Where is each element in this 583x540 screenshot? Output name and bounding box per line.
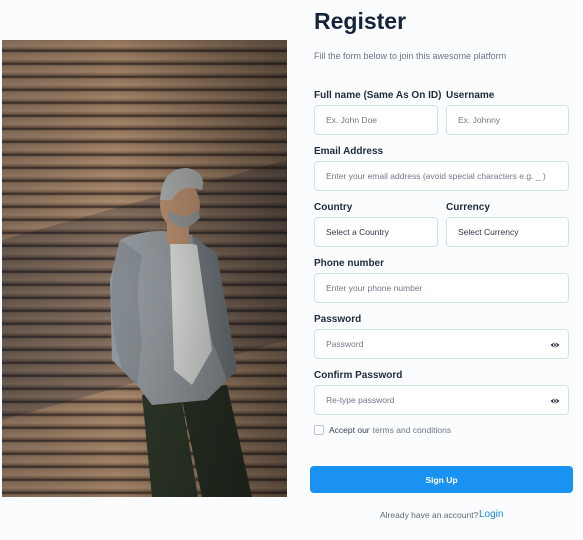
login-prompt: Already have an account?	[380, 510, 479, 520]
terms-checkbox[interactable]	[314, 425, 324, 435]
currency-selected-value: Select Currency	[458, 227, 519, 237]
phone-label: Phone number	[314, 258, 385, 269]
fullname-input[interactable]: Ex. John Doe	[314, 105, 438, 135]
signup-button[interactable]: Sign Up	[310, 466, 573, 493]
confirm-password-placeholder: Re-type password	[326, 395, 395, 405]
username-placeholder: Ex. Johnny	[458, 115, 501, 125]
register-page: Register Fill the form below to join thi…	[0, 0, 583, 540]
phone-input[interactable]: Enter your phone number	[314, 273, 569, 303]
confirm-password-label: Confirm Password	[314, 370, 403, 381]
hero-photo	[2, 40, 287, 497]
email-placeholder: Enter your email address (avoid special …	[326, 171, 546, 181]
country-select[interactable]: Select a Country	[314, 217, 438, 247]
terms-row: Accept our terms and conditions	[314, 425, 451, 435]
phone-placeholder: Enter your phone number	[326, 283, 423, 293]
email-label: Email Address	[314, 146, 384, 157]
password-label: Password	[314, 314, 362, 325]
eye-icon[interactable]	[550, 396, 560, 406]
country-label: Country	[314, 202, 353, 213]
fullname-label: Full name (Same As On ID)	[314, 90, 442, 101]
eye-icon[interactable]	[550, 340, 560, 350]
country-selected-value: Select a Country	[326, 227, 389, 237]
email-input[interactable]: Enter your email address (avoid special …	[314, 161, 569, 191]
page-subtitle: Fill the form below to join this awesome…	[314, 51, 507, 61]
currency-label: Currency	[446, 202, 490, 213]
password-input[interactable]: Password	[314, 329, 569, 359]
confirm-password-input[interactable]: Re-type password	[314, 385, 569, 415]
terms-link[interactable]: terms and conditions	[373, 425, 451, 435]
currency-select[interactable]: Select Currency	[446, 217, 569, 247]
username-input[interactable]: Ex. Johnny	[446, 105, 569, 135]
username-label: Username	[446, 90, 495, 101]
photo-shading	[2, 40, 287, 497]
password-placeholder: Password	[326, 339, 364, 349]
fullname-placeholder: Ex. John Doe	[326, 115, 378, 125]
page-title: Register	[314, 8, 407, 34]
terms-prefix: Accept our	[329, 425, 370, 435]
login-link[interactable]: Login	[479, 509, 503, 520]
